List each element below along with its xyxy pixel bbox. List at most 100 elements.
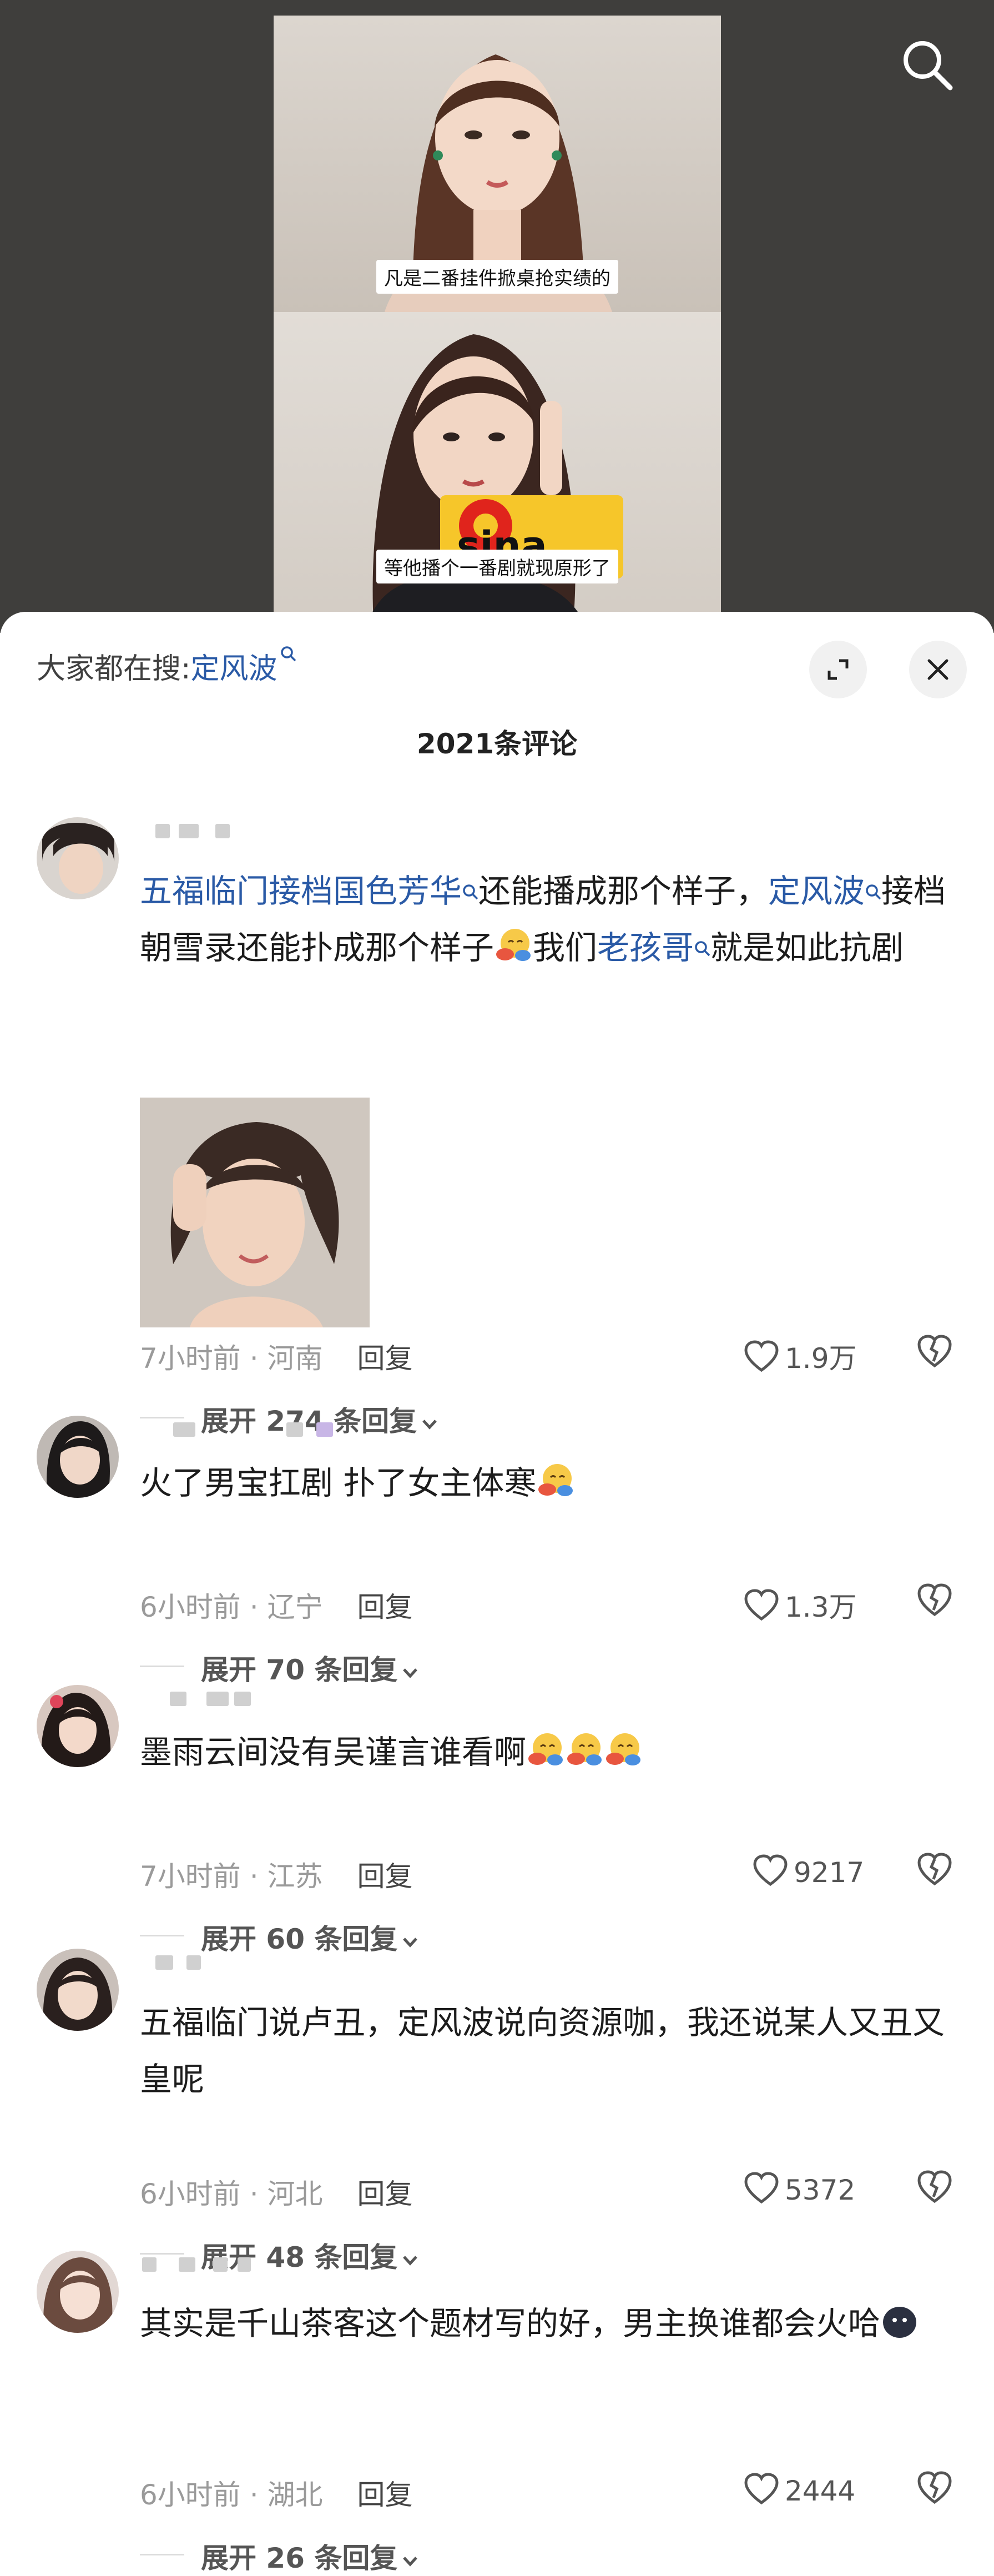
- avatar[interactable]: [37, 1949, 119, 2031]
- like-button[interactable]: 5372: [744, 2172, 855, 2206]
- expand-replies-button[interactable]: 展开 70 条回复: [201, 1648, 420, 1688]
- like-count: 9217: [794, 1856, 865, 1889]
- expand-replies-button[interactable]: 展开 60 条回复: [201, 1917, 420, 1957]
- trending-search[interactable]: 大家都在搜:定风波: [37, 645, 296, 687]
- reply-button[interactable]: 回复: [357, 2178, 413, 2210]
- comment-time: 6小时前: [140, 1591, 241, 1623]
- comment-link-topic[interactable]: 五福临门接档国色芳华: [140, 872, 462, 910]
- comment-text: 五福临门接档国色芳华 还能播成那个样子，定风波 接档朝雪录还能扑成那个样子 我们老孩哥…: [140, 863, 950, 976]
- chevron-down-icon: [403, 1938, 418, 1948]
- close-button[interactable]: [909, 641, 967, 698]
- comment-text-part: 墨雨云间没有吴谨言谁看啊: [140, 1733, 527, 1771]
- comment-time: 6小时前: [140, 2178, 241, 2210]
- dislike-heart-icon[interactable]: [917, 1852, 952, 1887]
- video-subtitle-top: 凡是二番挂件掀桌抢实绩的: [376, 260, 618, 294]
- video-search-button[interactable]: [899, 37, 955, 92]
- like-count: 1.9万: [785, 1342, 857, 1375]
- expand-replies-label: 展开 48 条回复: [201, 2241, 398, 2273]
- comment-location: 江苏: [267, 1860, 323, 1893]
- comment-time: 6小时前: [140, 2479, 241, 2511]
- expand-replies-label: 展开 60 条回复: [201, 1923, 398, 1955]
- comment-text-part: 我们: [533, 929, 598, 967]
- search-icon: [695, 941, 710, 957]
- dark-blob-emoji-icon: [883, 2307, 917, 2338]
- comment-location: 河北: [267, 2178, 323, 2210]
- comment-count: 2021条评论: [416, 728, 578, 760]
- reply-button[interactable]: 回复: [357, 2479, 413, 2511]
- chevron-down-icon: [403, 1668, 418, 1678]
- comment-time: 7小时前: [140, 1860, 241, 1893]
- comment-time: 7小时前: [140, 1342, 241, 1375]
- expand-replies-button[interactable]: 展开 48 条回复: [201, 2235, 420, 2275]
- reply-button[interactable]: 回复: [357, 1591, 413, 1623]
- comment-link-topic[interactable]: 定风波: [768, 872, 865, 910]
- search-icon: [904, 41, 953, 90]
- comment-meta: 7小时前 · 河南 回复: [140, 1342, 413, 1375]
- comment-text: 火了男宝扛剧 扑了女主体寒: [140, 1455, 950, 1511]
- like-count: 5372: [785, 2174, 856, 2206]
- like-button[interactable]: 1.3万: [744, 1585, 857, 1625]
- heart-icon: [753, 1854, 788, 1886]
- expand-button[interactable]: [809, 641, 867, 698]
- comment-location: 辽宁: [267, 1591, 323, 1623]
- avatar[interactable]: [37, 1416, 119, 1498]
- divider: [140, 1666, 184, 1667]
- dislike-heart-icon[interactable]: [917, 1334, 952, 1369]
- heart-icon: [744, 1589, 779, 1621]
- trending-search-prefix: 大家都在搜:: [37, 652, 191, 686]
- heart-icon: [744, 2473, 779, 2505]
- expand-replies-button[interactable]: 展开 26 条回复: [201, 2536, 420, 2576]
- chevron-down-icon: [403, 2557, 418, 2567]
- dislike-heart-icon[interactable]: [917, 2169, 952, 2205]
- comment-meta: 6小时前 · 辽宁 回复: [140, 1591, 413, 1623]
- heart-icon: [744, 2172, 779, 2204]
- comment-meta: 6小时前 · 河北 回复: [140, 2178, 413, 2210]
- like-button[interactable]: 1.9万: [744, 1336, 857, 1376]
- reply-button[interactable]: 回复: [357, 1342, 413, 1375]
- expand-replies-label: 展开 26 条回复: [201, 2542, 398, 2574]
- divider: [140, 2253, 184, 2255]
- chevron-down-icon: [422, 1420, 437, 1430]
- like-count: 1.3万: [785, 1591, 857, 1623]
- comment-meta: 7小时前 · 江苏 回复: [140, 1860, 413, 1893]
- expand-replies-label: 展开 70 条回复: [201, 1654, 398, 1686]
- comment-text: 五福临门说卢丑，定风波说向资源咖，我还说某人又丑又皇呢: [140, 1994, 950, 2107]
- like-button[interactable]: 2444: [744, 2473, 855, 2507]
- heart-icon: [744, 1340, 779, 1372]
- avatar[interactable]: [37, 2251, 119, 2333]
- search-icon: [463, 884, 478, 900]
- divider: [140, 2554, 184, 2555]
- comment-text-part: 五福临门说卢丑，定风波说向资源咖，我还说某人又丑又皇呢: [140, 2004, 945, 2098]
- dislike-heart-icon[interactable]: [917, 2470, 952, 2505]
- like-button[interactable]: 9217: [753, 1854, 864, 1889]
- comment-text: 墨雨云间没有吴谨言谁看啊: [140, 1724, 950, 1780]
- divider: [140, 1417, 184, 1418]
- like-count: 2444: [785, 2475, 856, 2507]
- trending-search-term[interactable]: 定风波: [191, 652, 277, 686]
- dislike-heart-icon[interactable]: [917, 1582, 952, 1618]
- comment-text: 其实是千山茶客这个题材写的好，男主换谁都会火哈: [140, 2295, 950, 2352]
- comment-text-part: 还能播成那个样子，: [478, 872, 769, 910]
- avatar[interactable]: [37, 1685, 119, 1767]
- video-frame-bottom: sina 等他播个一番剧就现原形了: [274, 312, 721, 623]
- comment-link-topic[interactable]: 老孩哥: [597, 929, 694, 967]
- video-subtitle-bottom: 等他播个一番剧就现原形了: [376, 550, 618, 583]
- hug-emoji-icon: [496, 929, 531, 961]
- comment-text-part: 就是如此抗剧: [710, 929, 904, 967]
- comment-text-part: 火了男宝扛剧 扑了女主体寒: [140, 1464, 537, 1502]
- divider: [140, 1935, 184, 1936]
- chevron-down-icon: [403, 2256, 418, 2266]
- video-player[interactable]: 凡是二番挂件掀桌抢实绩的 sina 等他播个一番剧就现原形了: [0, 0, 994, 633]
- comment-location: 河南: [267, 1342, 323, 1375]
- expand-replies-label: 展开 274 条回复: [201, 1405, 417, 1437]
- close-icon: [927, 659, 948, 680]
- reply-button[interactable]: 回复: [357, 1860, 413, 1893]
- search-icon: [280, 646, 296, 662]
- video-frame-top: 凡是二番挂件掀桌抢实绩的: [274, 16, 721, 312]
- hug-emoji-icon: [567, 1733, 602, 1765]
- avatar[interactable]: [37, 817, 119, 899]
- hug-emoji-icon: [538, 1464, 573, 1496]
- hug-emoji-icon: [528, 1733, 563, 1765]
- comment-image[interactable]: [140, 1098, 370, 1327]
- search-icon: [866, 884, 881, 900]
